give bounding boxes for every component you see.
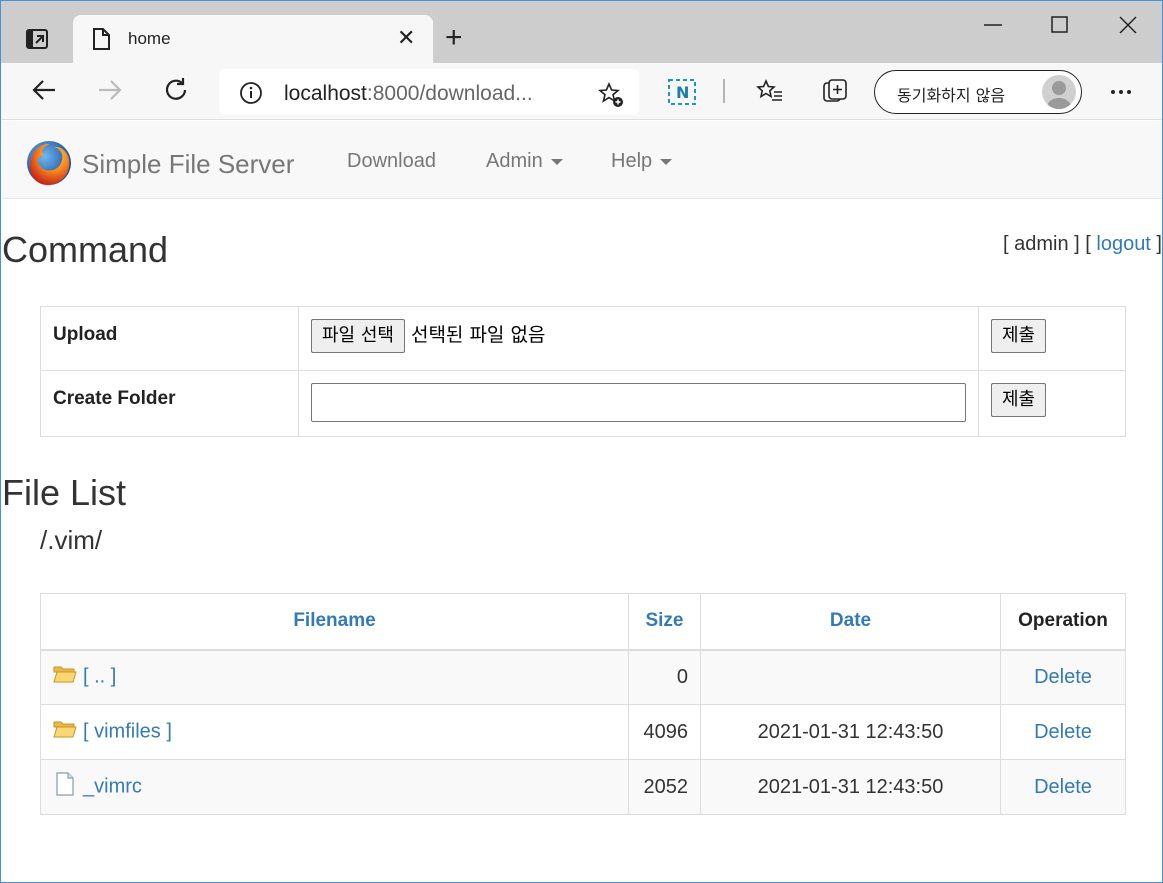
firefox-logo-icon[interactable]	[24, 138, 74, 188]
minimize-icon[interactable]	[981, 13, 1005, 37]
upload-submit-cell: 제출	[978, 306, 1126, 371]
nav-admin-label: Admin	[486, 150, 543, 172]
choose-file-button[interactable]: 파일 선택	[311, 319, 405, 353]
back-icon[interactable]	[29, 75, 59, 105]
upload-submit-button[interactable]: 제출	[991, 319, 1047, 353]
url-path: :8000/download...	[366, 82, 533, 105]
tab-title: home	[128, 29, 171, 48]
command-table: Upload 파일 선택 선택된 파일 없음 제출 Create Folder 제…	[40, 306, 1126, 437]
folder-input-cell	[298, 370, 979, 437]
browser-window: home ✕ + localhost:8000/download... N 동기…	[0, 0, 1163, 883]
url-host: localhost	[284, 82, 367, 105]
nav-help-label: Help	[611, 150, 653, 172]
date-cell: 2021-01-31 12:43:50	[700, 704, 1001, 760]
logout-link[interactable]: logout	[1096, 233, 1151, 255]
sync-status-label: 동기화하지 않음	[897, 86, 1006, 105]
page-icon	[91, 27, 111, 56]
file-list-heading: File List	[2, 472, 127, 513]
filename-cell: [ vimfiles ]	[40, 704, 629, 760]
browser-toolbar: localhost:8000/download... N 동기화하지 않음	[1, 63, 1162, 120]
operation-header: Operation	[1000, 593, 1126, 651]
operation-cell: Delete	[1000, 759, 1126, 815]
folder-icon	[53, 664, 77, 690]
folder-icon	[53, 719, 77, 745]
upload-label: Upload	[40, 306, 299, 371]
command-heading: Command	[2, 229, 169, 270]
delete-link[interactable]: Delete	[1034, 666, 1092, 688]
date-cell	[700, 649, 1001, 705]
nav-help-dropdown[interactable]: Help	[611, 150, 673, 173]
site-navbar: Simple File Server Download Admin Help	[2, 121, 1162, 199]
forward-icon[interactable]	[95, 75, 125, 105]
url-text[interactable]: localhost:8000/download...	[284, 82, 533, 106]
folder-link[interactable]: [ vimfiles ]	[83, 720, 172, 742]
extension-n-icon[interactable]: N	[668, 79, 696, 110]
date-cell: 2021-01-31 12:43:50	[700, 759, 1001, 815]
table-row: [ vimfiles ] 4096 2021-01-31 12:43:50 De…	[40, 704, 1126, 760]
delete-link[interactable]: Delete	[1034, 776, 1092, 798]
table-row: _vimrc 2052 2021-01-31 12:43:50 Delete	[40, 759, 1126, 815]
file-table-header: Filename Size Date Operation	[40, 593, 1126, 651]
filename-cell: [ .. ]	[40, 649, 629, 705]
maximize-icon[interactable]	[1048, 13, 1072, 37]
create-folder-label: Create Folder	[40, 370, 299, 437]
auth-bracket: ]	[1150, 233, 1162, 255]
auth-bracket: ] [	[1068, 233, 1097, 255]
collections-icon[interactable]	[821, 77, 851, 107]
file-link[interactable]: _vimrc	[83, 775, 142, 797]
more-menu-icon[interactable]	[1107, 77, 1137, 107]
table-row: [ .. ] 0 Delete	[40, 649, 1126, 705]
current-path: /.vim/	[40, 525, 103, 555]
upload-control-cell: 파일 선택 선택된 파일 없음	[298, 306, 979, 371]
create-folder-submit-button[interactable]: 제출	[991, 383, 1047, 417]
browser-tab[interactable]: home ✕	[73, 15, 433, 63]
create-folder-row: Create Folder 제출	[40, 370, 1126, 437]
toolbar-separator	[723, 79, 725, 103]
sort-filename-header[interactable]: Filename	[40, 593, 629, 651]
file-icon	[53, 772, 77, 802]
auth-status: [ admin ] [ logout ]	[1003, 233, 1162, 256]
operation-cell: Delete	[1000, 649, 1126, 705]
tab-bar: home ✕ +	[1, 1, 1162, 63]
tab-actions-icon[interactable]	[25, 27, 49, 51]
favorites-icon[interactable]	[755, 77, 785, 107]
refresh-icon[interactable]	[161, 75, 191, 105]
size-cell: 2052	[628, 759, 701, 815]
add-favorite-icon[interactable]	[597, 81, 625, 114]
address-bar[interactable]: localhost:8000/download...	[219, 69, 639, 115]
parent-dir-link[interactable]: [ .. ]	[83, 666, 116, 688]
auth-bracket: [	[1002, 233, 1015, 255]
sort-size-header[interactable]: Size	[628, 593, 701, 651]
filename-cell: _vimrc	[40, 759, 629, 815]
file-status-text: 선택된 파일 없음	[410, 324, 546, 346]
delete-link[interactable]: Delete	[1034, 721, 1092, 743]
profile-sync-button[interactable]: 동기화하지 않음	[874, 70, 1082, 114]
operation-cell: Delete	[1000, 704, 1126, 760]
brand-name[interactable]: Simple File Server	[82, 149, 294, 180]
close-window-icon[interactable]	[1116, 13, 1140, 37]
upload-row: Upload 파일 선택 선택된 파일 없음 제출	[40, 306, 1126, 371]
nav-download-label: Download	[347, 150, 436, 172]
nav-download[interactable]: Download	[347, 150, 436, 173]
folder-name-input[interactable]	[311, 383, 966, 422]
svg-text:N: N	[676, 83, 689, 102]
caret-down-icon	[660, 158, 673, 165]
file-table: Filename Size Date Operation [ .. ] 0 De…	[40, 593, 1126, 815]
info-icon[interactable]	[239, 81, 263, 110]
new-tab-icon[interactable]: +	[445, 23, 463, 53]
size-cell: 0	[628, 649, 701, 705]
size-cell: 4096	[628, 704, 701, 760]
nav-admin-dropdown[interactable]: Admin	[486, 150, 563, 173]
caret-down-icon	[550, 158, 563, 165]
avatar	[1042, 75, 1076, 109]
current-user: admin	[1014, 233, 1069, 255]
folder-submit-cell: 제출	[978, 370, 1126, 437]
sort-date-header[interactable]: Date	[700, 593, 1001, 651]
tab-close-icon[interactable]: ✕	[397, 27, 415, 49]
